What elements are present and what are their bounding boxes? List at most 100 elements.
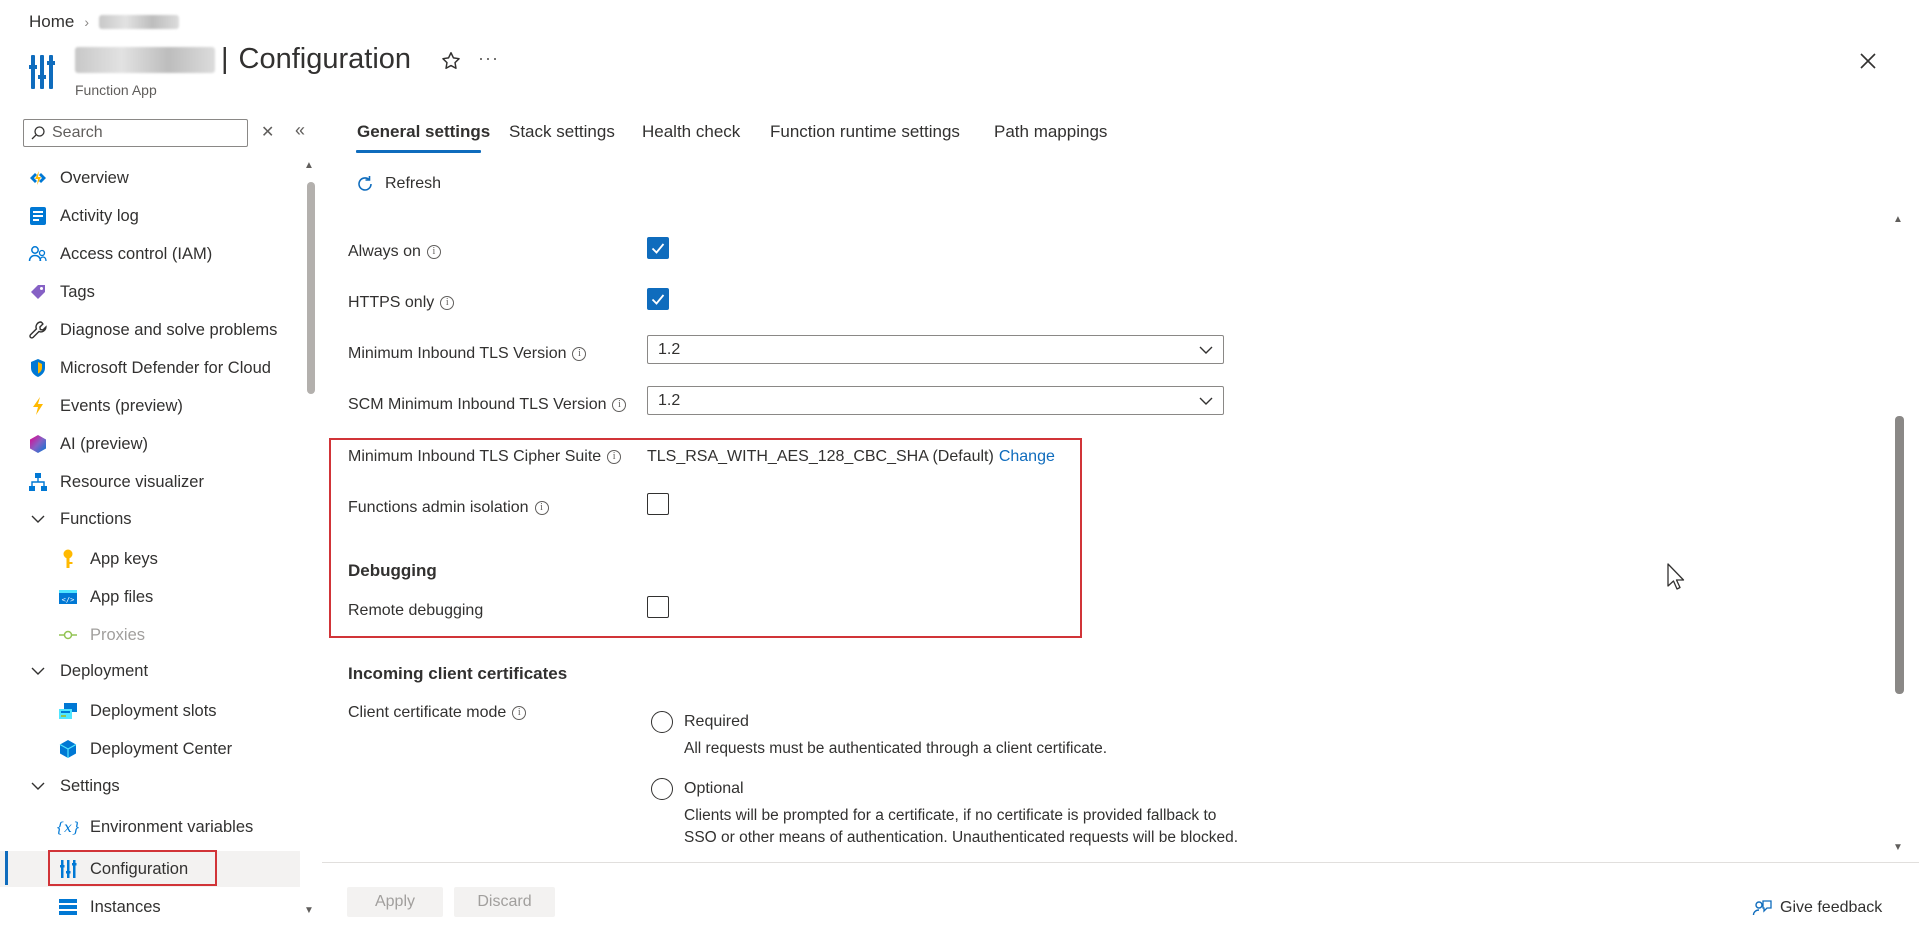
key-icon	[57, 548, 79, 570]
lightning-icon	[27, 395, 49, 417]
info-icon[interactable]: i	[426, 245, 441, 259]
sidebar-item-access-control[interactable]: Access control (IAM)	[0, 236, 300, 272]
checkmark-icon	[651, 294, 665, 305]
sidebar-item-activity-log[interactable]: Activity log	[0, 198, 300, 234]
close-icon[interactable]	[1857, 50, 1879, 72]
breadcrumb-resource-redacted[interactable]	[99, 15, 180, 29]
radio-required-label[interactable]: Required	[684, 713, 749, 731]
chevron-down-icon	[27, 660, 49, 682]
info-icon[interactable]: i	[440, 296, 455, 310]
sidebar-item-tags[interactable]: Tags	[0, 274, 300, 310]
admin-isolation-label: Functions admin isolation i	[348, 499, 549, 517]
more-options-button[interactable]: ···	[478, 48, 499, 69]
remote-debugging-label: Remote debugging	[348, 602, 484, 619]
sidebar-item-proxies[interactable]: Proxies	[0, 617, 300, 653]
client-certs-heading: Incoming client certificates	[348, 664, 568, 683]
clear-search-icon[interactable]: ✕	[261, 122, 274, 142]
info-icon[interactable]: i	[607, 450, 622, 464]
sidebar-nav: Overview Activity log Access control (IA…	[0, 160, 300, 925]
code-file-icon: </>	[57, 586, 79, 608]
sidebar-item-app-keys[interactable]: App keys	[0, 541, 300, 577]
sidebar-item-deployment-slots[interactable]: Deployment slots	[0, 693, 300, 729]
cipher-suite-value: TLS_RSA_WITH_AES_128_CBC_SHA (Default) C…	[647, 448, 1055, 466]
apply-button[interactable]: Apply	[347, 887, 443, 917]
cube-icon	[57, 738, 79, 760]
page-title: Configuration	[238, 43, 412, 75]
instances-icon	[57, 896, 79, 918]
search-icon	[31, 126, 45, 140]
sidebar-item-diagnose[interactable]: Diagnose and solve problems	[0, 312, 300, 348]
info-icon[interactable]: i	[512, 706, 527, 720]
radio-optional[interactable]	[651, 778, 673, 800]
resource-name-redacted	[75, 46, 215, 73]
configuration-highlight-box	[48, 850, 217, 886]
chevron-right-icon: ›	[84, 14, 90, 30]
tag-icon	[27, 281, 49, 303]
info-icon[interactable]: i	[612, 398, 627, 412]
content-scrollbar-thumb[interactable]	[1895, 416, 1904, 694]
sidebar-group-settings[interactable]: Settings	[0, 768, 300, 804]
sidebar-search-input[interactable]	[52, 124, 232, 142]
sidebar-item-events[interactable]: Events (preview)	[0, 388, 300, 424]
function-app-config-icon	[29, 55, 55, 89]
sidebar-item-deployment-center[interactable]: Deployment Center	[0, 731, 300, 767]
give-feedback-button[interactable]: Give feedback	[1752, 898, 1882, 918]
slots-icon	[57, 700, 79, 722]
always-on-label: Always on i	[348, 243, 441, 261]
tab-function-runtime-settings[interactable]: Function runtime settings	[770, 122, 960, 142]
feedback-icon	[1752, 900, 1772, 916]
overview-icon	[27, 167, 49, 189]
breadcrumb: Home ›	[29, 12, 180, 32]
people-icon	[27, 243, 49, 265]
refresh-icon	[358, 176, 372, 191]
sidebar-item-instances[interactable]: Instances	[0, 889, 300, 925]
title-separator: |	[221, 43, 229, 75]
sidebar-item-defender[interactable]: Microsoft Defender for Cloud	[0, 350, 300, 386]
sidebar-item-environment-variables[interactable]: {x} Environment variables	[0, 809, 300, 845]
sidebar-item-overview[interactable]: Overview	[0, 160, 300, 196]
sidebar-group-functions[interactable]: Functions	[0, 501, 300, 537]
variable-icon: {x}	[57, 816, 79, 838]
favorite-star-icon[interactable]	[440, 50, 462, 72]
content-scroll-up-icon[interactable]: ▲	[1893, 214, 1903, 225]
min-tls-dropdown[interactable]: 1.2	[647, 335, 1224, 364]
remote-debugging-checkbox[interactable]	[647, 596, 669, 618]
tab-stack-settings[interactable]: Stack settings	[509, 122, 615, 142]
radio-optional-label[interactable]: Optional	[684, 780, 744, 798]
cipher-suite-change-link[interactable]: Change	[999, 448, 1055, 466]
mouse-cursor-icon	[1667, 563, 1685, 590]
chevron-down-icon	[1199, 397, 1213, 405]
sidebar-item-app-files[interactable]: </> App files	[0, 579, 300, 615]
collapse-sidebar-icon[interactable]: «	[295, 120, 305, 141]
sidebar-group-deployment[interactable]: Deployment	[0, 653, 300, 689]
footer-divider	[322, 862, 1919, 863]
selected-indicator	[5, 851, 8, 885]
sidebar-item-resource-visualizer[interactable]: Resource visualizer	[0, 464, 300, 500]
general-settings-panel: Always on i HTTPS only i Minimum Inbound…	[322, 205, 1892, 861]
proxy-icon	[57, 624, 79, 646]
radio-required[interactable]	[651, 711, 673, 733]
scm-min-tls-dropdown[interactable]: 1.2	[647, 386, 1224, 415]
sidebar-scroll-down-icon[interactable]: ▼	[304, 905, 314, 916]
admin-isolation-checkbox[interactable]	[647, 493, 669, 515]
tab-path-mappings[interactable]: Path mappings	[994, 122, 1107, 142]
sidebar-search-box[interactable]	[23, 119, 248, 147]
tab-health-check[interactable]: Health check	[642, 122, 740, 142]
sidebar-scrollbar-thumb[interactable]	[307, 182, 315, 394]
content-scroll-down-icon[interactable]: ▼	[1893, 842, 1903, 853]
hierarchy-icon	[27, 471, 49, 493]
info-icon[interactable]: i	[534, 501, 549, 515]
tab-general-settings[interactable]: General settings	[357, 122, 490, 142]
chevron-down-icon	[27, 508, 49, 530]
always-on-checkbox[interactable]	[647, 237, 669, 259]
https-only-label: HTTPS only i	[348, 294, 455, 312]
checkmark-icon	[651, 243, 665, 254]
discard-button[interactable]: Discard	[454, 887, 555, 917]
refresh-button[interactable]: Refresh	[355, 174, 441, 194]
sidebar-item-ai[interactable]: AI (preview)	[0, 426, 300, 462]
info-icon[interactable]: i	[572, 347, 587, 361]
https-only-checkbox[interactable]	[647, 288, 669, 310]
sidebar-scroll-up-icon[interactable]: ▲	[304, 160, 314, 171]
breadcrumb-home[interactable]: Home	[29, 12, 74, 32]
scm-min-tls-label: SCM Minimum Inbound TLS Version i	[348, 396, 627, 414]
